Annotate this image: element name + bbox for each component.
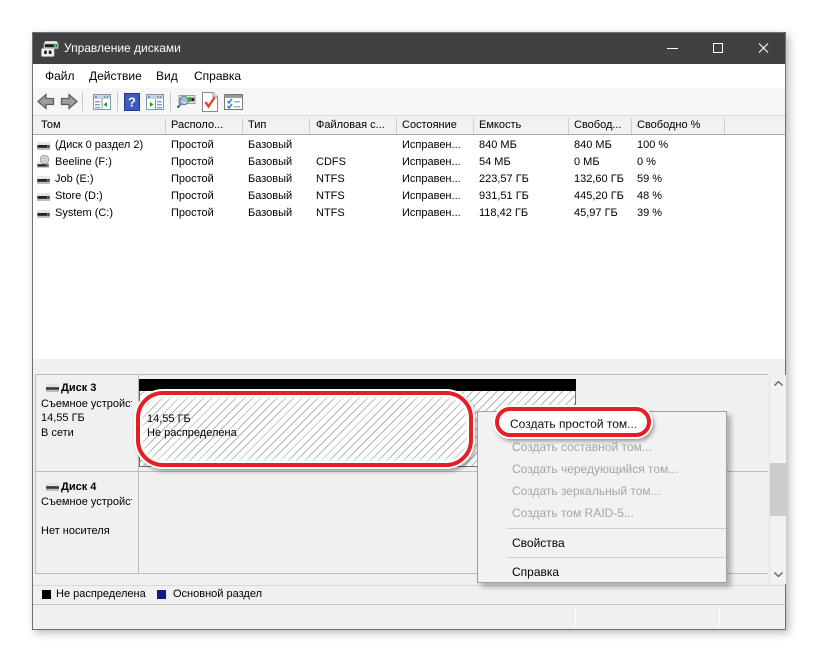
svg-text:?: ? [128,95,136,110]
